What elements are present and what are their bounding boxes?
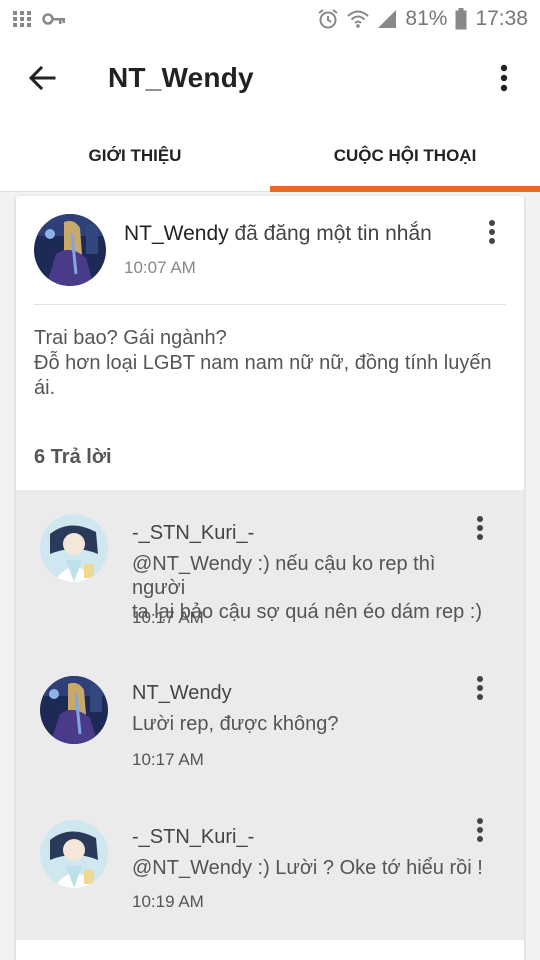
avatar[interactable] [40, 676, 108, 744]
page-title: NT_Wendy [108, 62, 254, 93]
post-line: Đỗ hơn loại LGBT nam nam nữ nữ, đồng tín… [34, 352, 492, 374]
reply-time: 10:17 AM [132, 750, 204, 769]
reply-author[interactable]: NT_Wendy [132, 682, 232, 705]
more-vert-icon [500, 64, 508, 97]
reply-item: NT_Wendy Lười rep, được không? 10:17 AM [16, 652, 524, 792]
avatar[interactable] [40, 820, 108, 888]
reply-more-button[interactable] [470, 817, 490, 848]
reply-text: @NT_Wendy :) Lười ? Oke tớ hiểu rồi ! [132, 856, 492, 880]
reply-more-button[interactable] [470, 515, 490, 546]
reply-item: -_STN_Kuri_- @NT_Wendy :) Lười ? Oke tớ … [16, 796, 524, 936]
post-author-line: NT_Wendy đã đăng một tin nhắn [124, 222, 432, 246]
reply-time: 10:17 AM [132, 608, 204, 627]
key-icon [42, 11, 66, 27]
post-line: ái. [34, 377, 56, 399]
alarm-icon [317, 8, 339, 30]
arrow-left-icon [28, 65, 56, 96]
post-divider [34, 304, 506, 305]
post-action-text: đã đăng một tin nhắn [228, 222, 432, 245]
reply-item: -_STN_Kuri_- @NT_Wendy :) nếu cậu ko rep… [16, 490, 524, 630]
battery-icon [455, 8, 467, 30]
status-right: 81% 17:38 [317, 7, 528, 31]
post-time: 10:07 AM [124, 258, 196, 277]
back-button[interactable] [22, 60, 62, 100]
wifi-icon [347, 9, 370, 29]
avatar[interactable] [34, 214, 106, 286]
status-left [12, 9, 66, 29]
reply-line: @NT_Wendy :) nếu cậu ko rep thì người [132, 553, 436, 599]
post-header: NT_Wendy đã đăng một tin nhắn 10:07 AM [16, 196, 524, 304]
reply-line: Lười rep, được không? [132, 713, 339, 735]
avatar[interactable] [40, 514, 108, 582]
tab-conversation[interactable]: CUỘC HỘI THOẠI [270, 122, 540, 192]
post-body: Trai bao? Gái ngành? Đỗ hơn loại LGBT na… [34, 326, 514, 401]
post-author-name[interactable]: NT_Wendy [124, 222, 229, 245]
reply-author[interactable]: -_STN_Kuri_- [132, 826, 254, 849]
reply-text: Lười rep, được không? [132, 712, 492, 736]
clock-time: 17:38 [475, 7, 528, 30]
app-bar: NT_Wendy [0, 38, 540, 122]
more-vert-icon [476, 817, 484, 848]
more-vert-icon [488, 219, 496, 250]
more-vert-icon [476, 675, 484, 706]
reply-author[interactable]: -_STN_Kuri_- [132, 522, 254, 545]
battery-percent: 81% [405, 7, 448, 30]
grid-icon [12, 9, 32, 29]
post-card: NT_Wendy đã đăng một tin nhắn 10:07 AM T… [16, 196, 524, 960]
reply-line: @NT_Wendy :) Lười ? Oke tớ hiểu rồi ! [132, 857, 483, 879]
tab-bar: GIỚI THIỆU CUỘC HỘI THOẠI [0, 122, 540, 192]
card-footer [16, 940, 524, 960]
post-more-button[interactable] [482, 219, 502, 250]
tab-intro[interactable]: GIỚI THIỆU [0, 122, 270, 191]
reply-count: 6 Trả lời [34, 446, 112, 468]
signal-icon [377, 9, 397, 29]
post-line: Trai bao? Gái ngành? [34, 327, 227, 349]
reply-time: 10:19 AM [132, 892, 204, 911]
status-bar: 81% 17:38 [0, 0, 540, 38]
more-options-button[interactable] [488, 60, 520, 100]
more-vert-icon [476, 515, 484, 546]
reply-list: -_STN_Kuri_- @NT_Wendy :) nếu cậu ko rep… [16, 490, 524, 940]
reply-more-button[interactable] [470, 675, 490, 706]
